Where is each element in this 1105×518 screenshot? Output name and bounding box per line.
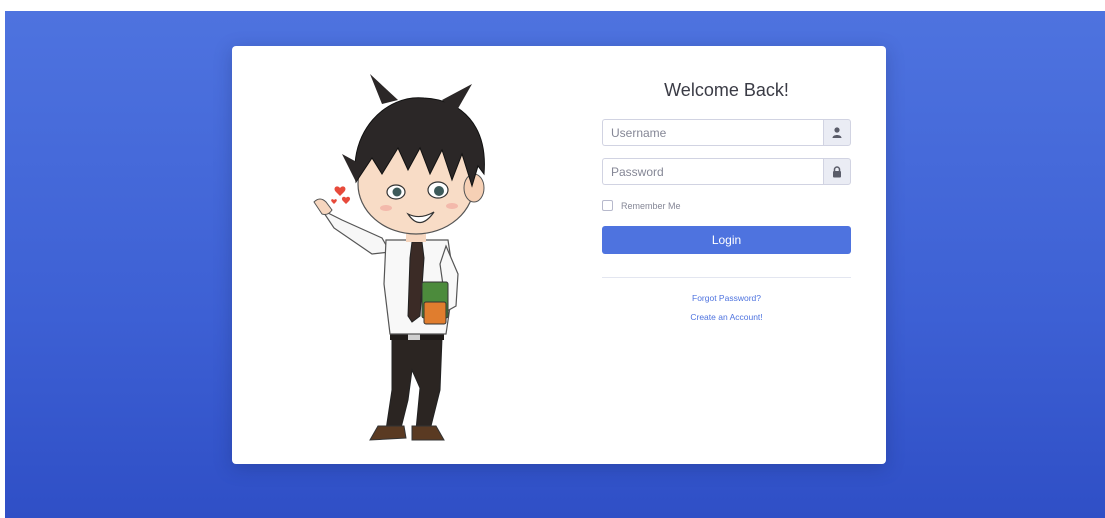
remember-me-label: Remember Me — [621, 200, 681, 211]
login-card: Welcome Back! Username Remember Me Login… — [232, 46, 886, 464]
remember-me-checkbox[interactable] — [602, 200, 613, 211]
lock-icon — [823, 158, 851, 185]
username-group — [602, 119, 851, 146]
character-illustration — [313, 74, 485, 441]
password-group — [602, 158, 851, 185]
divider — [602, 277, 851, 278]
remember-me[interactable]: Remember Me — [602, 200, 681, 211]
password-input[interactable] — [602, 158, 823, 185]
user-icon — [823, 119, 851, 146]
login-button[interactable]: Login — [602, 226, 851, 254]
page-title: Welcome Back! — [664, 80, 789, 100]
forgot-password-link[interactable]: Forgot Password? — [602, 293, 851, 303]
page: Welcome Back! Username Remember Me Login… — [0, 0, 1105, 518]
username-input[interactable] — [602, 119, 823, 146]
create-account-link[interactable]: Create an Account! — [602, 312, 851, 322]
